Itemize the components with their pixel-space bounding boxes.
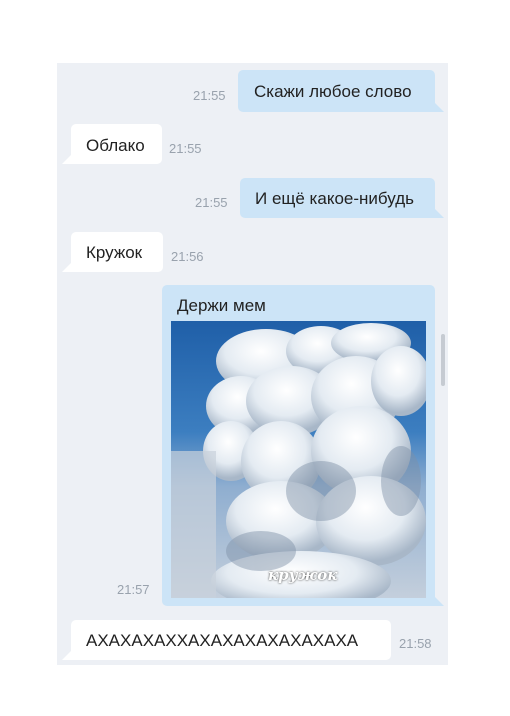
- message-text: АХАХАХАХХАХАХАХАХАХАХАХА: [86, 631, 359, 650]
- message-time: 21:57: [117, 582, 150, 597]
- message-time: 21:55: [169, 141, 202, 156]
- meme-image[interactable]: [171, 321, 426, 598]
- message-bubble-incoming[interactable]: АХАХАХАХХАХАХАХАХАХАХАХА: [62, 620, 391, 660]
- message-bubble-incoming[interactable]: Кружок: [62, 232, 163, 272]
- message-time: 21:55: [195, 195, 228, 210]
- scrollbar[interactable]: [441, 334, 445, 386]
- message-text: Облако: [86, 136, 145, 155]
- message-bubble-outgoing[interactable]: И ещё какое-нибудь: [240, 178, 444, 218]
- message-text: Скажи любое слово: [254, 82, 412, 101]
- meme-caption: кружок: [268, 566, 338, 584]
- message-time: 21:55: [193, 88, 226, 103]
- message-bubble-incoming[interactable]: Облако: [62, 124, 162, 164]
- message-text: Кружок: [86, 243, 143, 262]
- message-text: Держи мем: [177, 296, 266, 315]
- message-bubble-outgoing[interactable]: Скажи любое слово: [238, 70, 444, 112]
- message-time: 21:56: [171, 249, 204, 264]
- message-text: И ещё какое-нибудь: [255, 189, 414, 208]
- message-time: 21:58: [399, 636, 432, 651]
